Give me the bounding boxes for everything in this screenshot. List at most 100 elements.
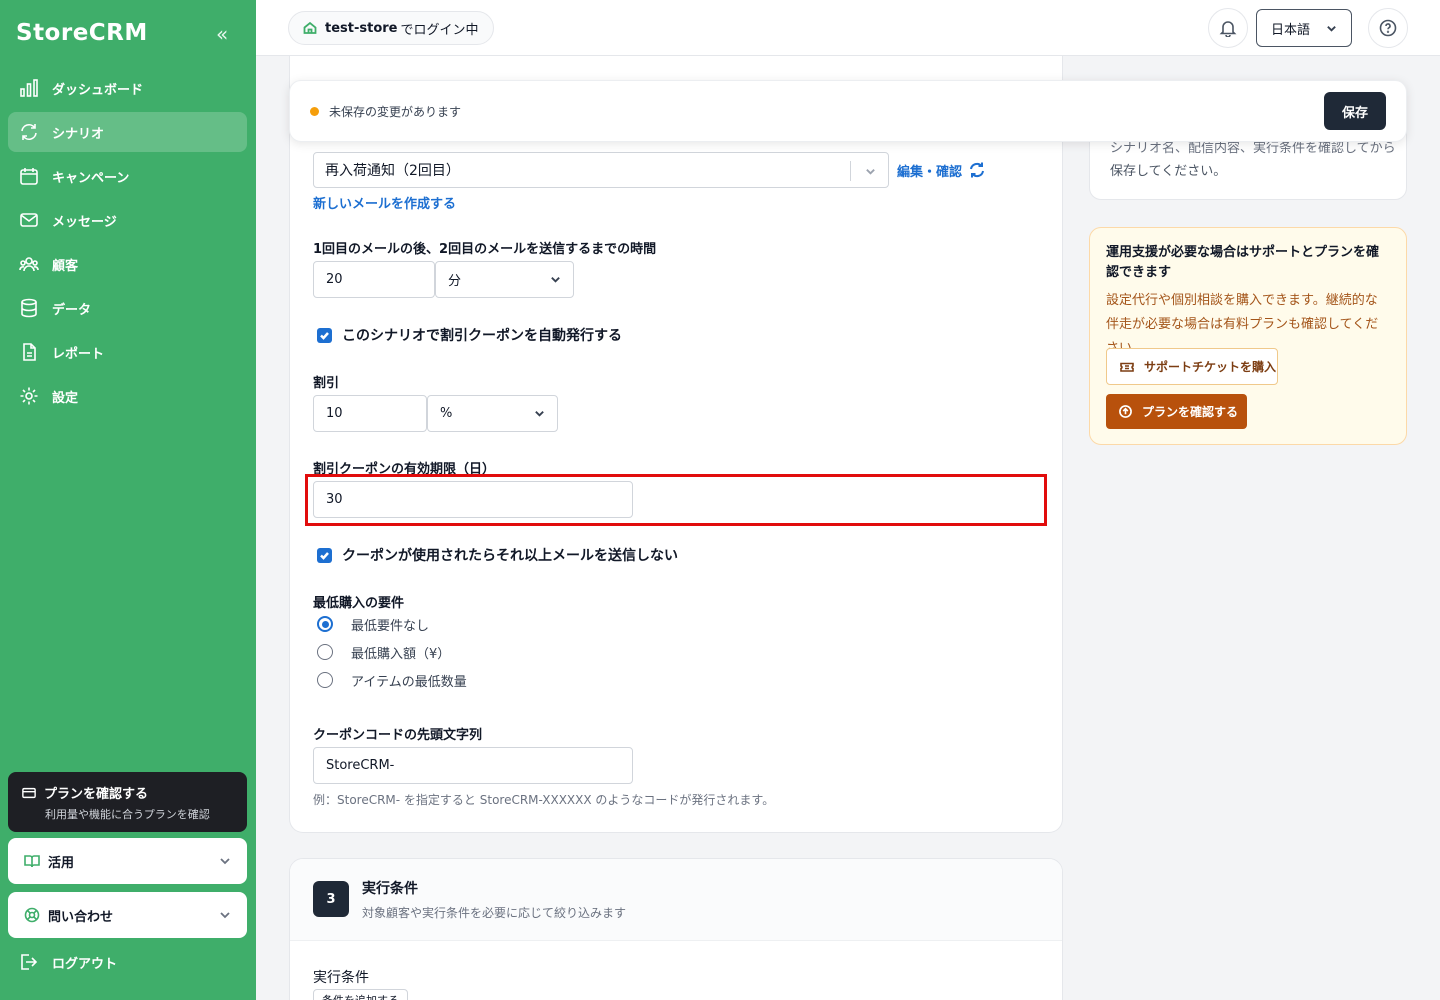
notifications-button[interactable] bbox=[1208, 8, 1248, 48]
top-header: test-store でログイン中 日本語 bbox=[256, 0, 1440, 56]
new-email-link[interactable]: 新しいメールを作成する bbox=[313, 193, 456, 212]
sidebar-item-label: データ bbox=[52, 302, 92, 318]
collapse-sidebar-icon[interactable]: « bbox=[216, 22, 228, 46]
accordion-contact-label: 問い合わせ bbox=[48, 909, 114, 925]
sidebar-item-dashboard[interactable]: ダッシュボード bbox=[8, 68, 247, 108]
sidebar-nav: ダッシュボード シナリオ キャンペーン メッセージ 顧客 データ レポート 設定 bbox=[8, 68, 247, 420]
sidebar-item-customers[interactable]: 顧客 bbox=[8, 244, 247, 284]
arrow-up-circle-icon bbox=[1119, 405, 1132, 418]
email-template-value: 再入荷通知（2回目） bbox=[325, 163, 460, 179]
prefix-hint: 例：StoreCRM- を指定すると StoreCRM-XXXXXX のようなコ… bbox=[313, 793, 775, 807]
min-purchase-radio-group: 最低要件なし 最低購入額（¥） アイテムの最低数量 bbox=[317, 610, 467, 694]
sidebar-item-report[interactable]: レポート bbox=[8, 332, 247, 372]
edit-email-link[interactable]: 編集・確認 bbox=[897, 161, 962, 180]
highlight-box bbox=[305, 474, 1047, 526]
chart-bar-icon bbox=[18, 77, 40, 99]
accordion-usage[interactable]: 活用 bbox=[8, 838, 247, 884]
sidebar-item-label: キャンペーン bbox=[52, 170, 130, 186]
sidebar-item-data[interactable]: データ bbox=[8, 288, 247, 328]
sidebar: StoreCRM « ダッシュボード シナリオ キャンペーン メッセージ 顧客 … bbox=[0, 0, 256, 1000]
conditions-label: 実行条件 bbox=[313, 970, 369, 986]
home-icon bbox=[303, 21, 317, 34]
chevron-down-icon bbox=[220, 858, 230, 865]
question-icon bbox=[1379, 19, 1397, 37]
radio-option-quantity[interactable]: アイテムの最低数量 bbox=[317, 666, 467, 694]
stop-on-use-checkbox[interactable]: クーポンが使用されたらそれ以上メールを送信しない bbox=[317, 545, 678, 565]
help-button[interactable] bbox=[1368, 8, 1408, 48]
plan-card[interactable]: プランを確認する 利用量や機能に合うプランを確認 bbox=[8, 772, 247, 832]
unsaved-message: 未保存の変更があります bbox=[329, 104, 462, 119]
buy-support-ticket-button[interactable]: サポートチケットを購入 bbox=[1106, 348, 1278, 385]
radio-label: アイテムの最低数量 bbox=[351, 674, 467, 690]
min-purchase-label: 最低購入の要件 bbox=[313, 596, 405, 611]
discount-input[interactable]: 10 bbox=[313, 395, 427, 432]
support-icon bbox=[24, 907, 40, 923]
calendar-icon bbox=[18, 165, 40, 187]
logout-button[interactable]: ログアウト bbox=[18, 952, 117, 972]
sidebar-item-settings[interactable]: 設定 bbox=[8, 376, 247, 416]
plan-card-title: プランを確認する bbox=[44, 787, 149, 802]
bell-icon bbox=[1219, 21, 1237, 37]
save-button[interactable]: 保存 bbox=[1324, 92, 1386, 130]
email-template-select[interactable]: 再入荷通知（2回目） bbox=[313, 152, 889, 188]
sidebar-item-label: ダッシュボード bbox=[52, 82, 144, 98]
radio-icon bbox=[317, 644, 333, 660]
checkbox-checked-icon bbox=[317, 327, 332, 343]
users-icon bbox=[18, 253, 40, 275]
sidebar-item-label: 設定 bbox=[52, 390, 79, 406]
logout-label: ログアウト bbox=[52, 956, 118, 972]
coupon-auto-label: このシナリオで割引クーポンを自動発行する bbox=[342, 328, 622, 344]
delay-label: 1回目のメールの後、2回目のメールを送信するまでの時間 bbox=[313, 242, 657, 257]
sidebar-item-label: レポート bbox=[52, 346, 105, 362]
store-pill[interactable]: test-store でログイン中 bbox=[288, 11, 494, 45]
radio-option-amount[interactable]: 最低購入額（¥） bbox=[317, 638, 467, 666]
chevron-down-icon bbox=[866, 169, 875, 175]
logout-icon bbox=[21, 954, 38, 970]
language-select[interactable]: 日本語 bbox=[1256, 9, 1352, 47]
checkbox-checked-icon bbox=[317, 547, 332, 563]
sidebar-item-label: シナリオ bbox=[52, 126, 105, 142]
credit-card-icon bbox=[22, 787, 36, 798]
radio-label: 最低購入額（¥） bbox=[351, 646, 451, 662]
database-icon bbox=[18, 297, 40, 319]
add-condition-button[interactable]: 条件を追加する bbox=[313, 989, 408, 1000]
prefix-input[interactable]: StoreCRM- bbox=[313, 747, 633, 784]
support-panel: 運用支援が必要な場合はサポートとプランを確認できます 設定代行や個別相談を購入で… bbox=[1089, 227, 1407, 445]
status-dot bbox=[310, 106, 319, 116]
store-login-suffix: でログイン中 bbox=[400, 22, 479, 38]
unsaved-changes-bar: 未保存の変更があります 保存 bbox=[289, 80, 1407, 142]
radio-label: 最低要件なし bbox=[351, 618, 430, 634]
chevron-down-icon bbox=[220, 912, 230, 919]
accordion-contact[interactable]: 問い合わせ bbox=[8, 892, 247, 938]
brand-logo[interactable]: StoreCRM bbox=[16, 20, 148, 46]
chevron-down-icon bbox=[551, 277, 560, 283]
refresh-icon[interactable] bbox=[968, 161, 986, 179]
chevron-down-icon bbox=[1327, 25, 1336, 32]
book-icon bbox=[24, 855, 40, 868]
coupon-auto-checkbox[interactable]: このシナリオで割引クーポンを自動発行する bbox=[317, 325, 622, 345]
step-number-badge: 3 bbox=[313, 881, 349, 917]
save-hint-line2: 保存してください。 bbox=[1110, 164, 1227, 179]
sidebar-item-label: 顧客 bbox=[52, 258, 79, 274]
accordion-usage-label: 活用 bbox=[48, 855, 75, 871]
mail-icon bbox=[18, 209, 40, 231]
chevron-down-icon bbox=[535, 411, 544, 417]
refresh-icon bbox=[18, 121, 40, 143]
discount-unit-select[interactable]: % bbox=[427, 395, 558, 432]
document-icon bbox=[18, 341, 40, 363]
sidebar-item-label: メッセージ bbox=[52, 214, 117, 230]
store-name: test-store bbox=[325, 20, 398, 36]
sidebar-item-message[interactable]: メッセージ bbox=[8, 200, 247, 240]
step3-title: 実行条件 bbox=[362, 881, 418, 897]
radio-icon bbox=[317, 672, 333, 688]
stop-on-use-label: クーポンが使用されたらそれ以上メールを送信しない bbox=[342, 548, 678, 564]
radio-option-none[interactable]: 最低要件なし bbox=[317, 610, 467, 638]
gear-icon bbox=[18, 385, 40, 407]
discount-unit-value: % bbox=[440, 406, 453, 421]
sidebar-item-scenario[interactable]: シナリオ bbox=[8, 112, 247, 152]
delay-unit-select[interactable]: 分 bbox=[435, 261, 574, 298]
sidebar-item-campaign[interactable]: キャンペーン bbox=[8, 156, 247, 196]
check-plan-button[interactable]: プランを確認する bbox=[1106, 394, 1247, 429]
language-value: 日本語 bbox=[1271, 22, 1311, 38]
delay-input[interactable]: 20 bbox=[313, 261, 435, 298]
